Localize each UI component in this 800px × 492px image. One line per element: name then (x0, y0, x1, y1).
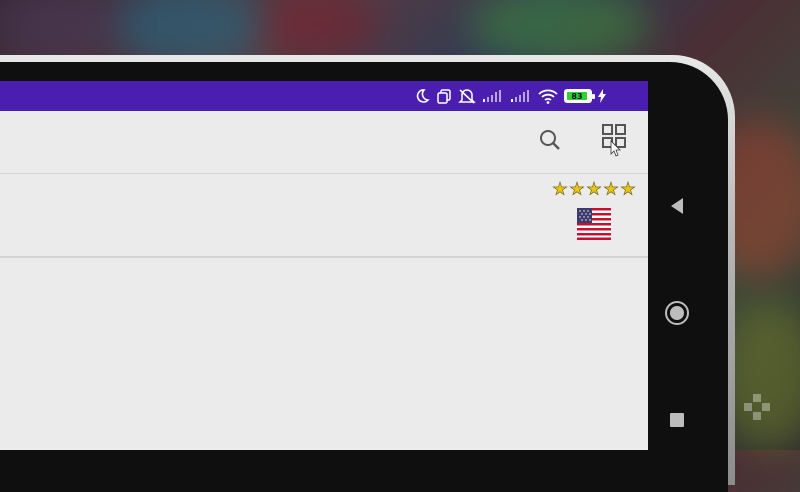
star-icon (620, 181, 636, 196)
back-triangle-icon (669, 197, 685, 219)
background-blur (0, 0, 120, 60)
moon-icon (414, 88, 430, 104)
grid-view-button[interactable] (594, 111, 634, 173)
star-icon (569, 181, 585, 196)
battery-icon: 83 (564, 89, 595, 103)
search-button[interactable] (530, 111, 570, 173)
mute-icon (458, 88, 476, 104)
background-blur (260, 0, 380, 60)
list-item[interactable] (0, 174, 648, 258)
signal-icon (482, 89, 504, 103)
star-icon (586, 181, 602, 196)
grid-view-icon (601, 123, 627, 161)
phone-screen: 83 (0, 81, 648, 450)
status-bar: 83 (0, 81, 648, 111)
search-icon (538, 128, 562, 156)
star-icon (552, 181, 568, 196)
charging-icon (598, 89, 606, 103)
signal-icon (510, 89, 532, 103)
home-circle-icon (664, 300, 690, 330)
watermark-logo (742, 392, 772, 426)
app-toolbar (0, 111, 648, 174)
us-flag-icon (577, 208, 611, 240)
recents-square-icon (669, 412, 685, 432)
wifi-icon (538, 88, 558, 104)
system-navigation-bar (650, 81, 705, 450)
battery-level: 83 (567, 92, 587, 101)
recents-button[interactable] (662, 407, 692, 437)
home-button[interactable] (662, 300, 692, 330)
star-icon (603, 181, 619, 196)
back-button[interactable] (662, 193, 692, 223)
star-rating (552, 181, 636, 197)
dual-sim-icon (436, 88, 452, 104)
